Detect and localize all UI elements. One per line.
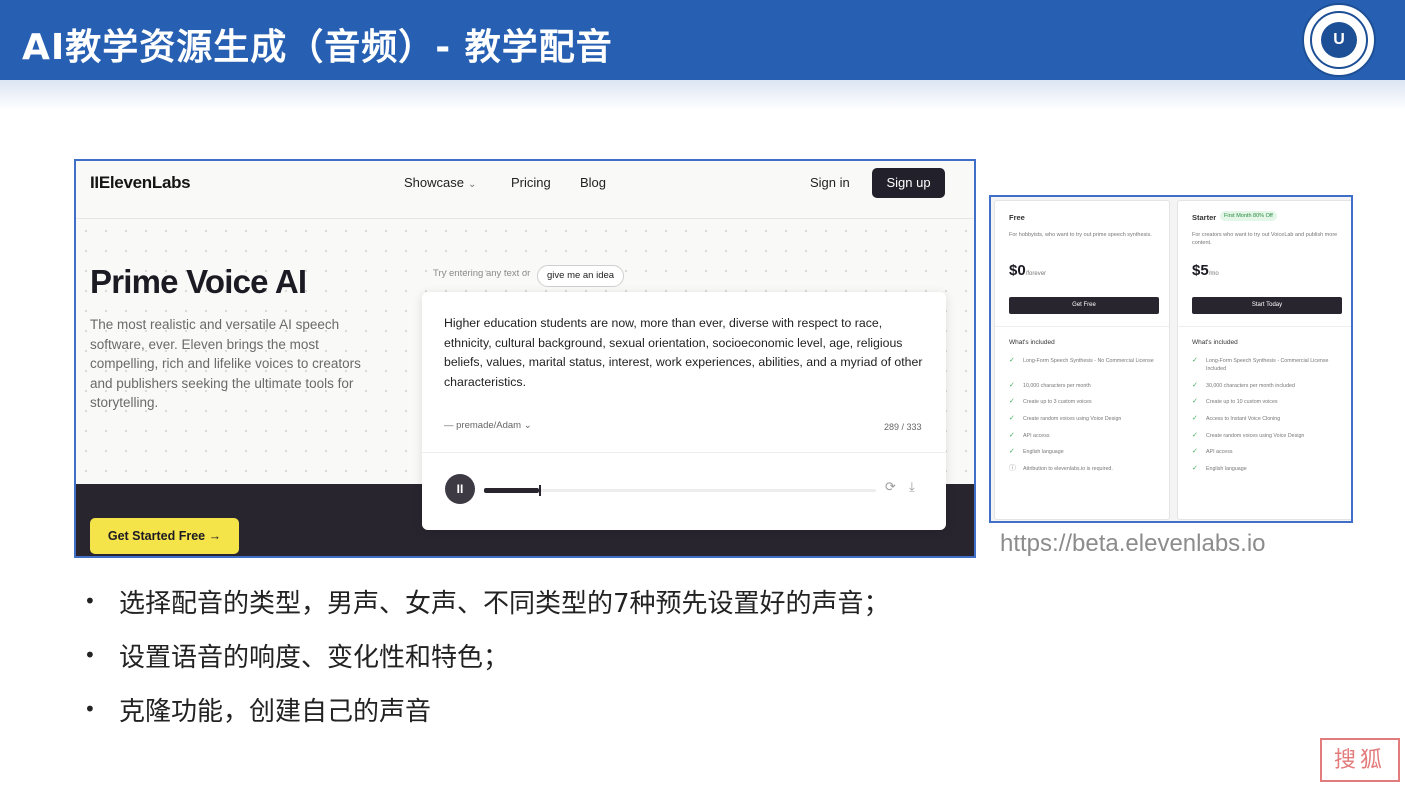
feature-item: ✓ Create up to 10 custom voices xyxy=(1192,398,1278,405)
nav-pricing[interactable]: Pricing xyxy=(511,175,551,190)
site-navbar: IIElevenLabs Showcase ⌄ Pricing Blog Sign… xyxy=(76,161,974,219)
give-idea-button[interactable]: give me an idea xyxy=(537,265,625,287)
feature-item: ✓ English language xyxy=(1192,465,1247,472)
check-icon: ✓ xyxy=(1192,448,1198,455)
plan-card-free: Free For hobbyists, who want to try out … xyxy=(994,200,1170,520)
divider xyxy=(995,326,1169,327)
feature-item: ✓ Access to Instant Voice Cloning xyxy=(1192,415,1281,422)
title-fade xyxy=(0,80,1405,110)
check-icon: ✓ xyxy=(1009,415,1015,422)
bullet-text: 选择配音的类型，男声、女声、不同类型的7种预先设置好的声音； xyxy=(119,589,890,619)
audio-progress-track[interactable] xyxy=(484,485,876,496)
feature-item: ✓ 10,000 characters per month xyxy=(1009,382,1091,389)
divider xyxy=(1178,326,1351,327)
plan-name: Free xyxy=(1009,213,1025,222)
title-bar: AI教学资源生成（音频）- 教学配音 U xyxy=(0,0,1405,80)
plan-description: For hobbyists, who want to try out prime… xyxy=(1009,232,1152,238)
speech-editor-card: Higher education students are now, more … xyxy=(422,292,946,530)
sign-in-link[interactable]: Sign in xyxy=(810,175,850,190)
feature-item: ✓ Create up to 3 custom voices xyxy=(1009,398,1092,405)
sign-up-button[interactable]: Sign up xyxy=(872,168,945,198)
elevenlabs-homepage-screenshot: IIElevenLabs Showcase ⌄ Pricing Blog Sign… xyxy=(74,159,976,558)
hero-description: The most realistic and versatile AI spee… xyxy=(90,317,361,411)
check-icon: ✓ xyxy=(1192,432,1198,439)
try-prompt: Try entering any text or xyxy=(433,268,531,279)
get-free-button[interactable]: Get Free xyxy=(1009,297,1159,314)
bullet-dot: • xyxy=(84,589,96,613)
discount-badge: First Month 80% Off xyxy=(1220,211,1277,221)
feature-item: ✓ API access xyxy=(1192,448,1233,455)
university-logo: U xyxy=(1302,3,1376,77)
refresh-icon[interactable]: ⟳ xyxy=(885,479,896,495)
bullet-text: 设置语音的响度、变化性和特色； xyxy=(119,643,510,673)
info-icon: ⓘ xyxy=(1009,465,1016,472)
feature-item: ✓ Create random voices using Voice Design xyxy=(1009,415,1122,422)
plan-price-value: $0 xyxy=(1009,262,1026,279)
logo-core: U xyxy=(1321,22,1357,58)
check-icon: ✓ xyxy=(1009,398,1015,405)
check-icon: ✓ xyxy=(1192,382,1198,389)
whats-included-label: What's included xyxy=(1192,339,1238,346)
pause-icon[interactable]: II xyxy=(445,474,475,504)
audio-progress-handle[interactable] xyxy=(538,485,541,496)
audio-progress-fill xyxy=(484,488,539,493)
plan-name: Starter xyxy=(1192,213,1217,222)
feature-item: ✓ API access xyxy=(1009,432,1050,439)
check-icon: ✓ xyxy=(1192,398,1198,405)
check-icon: ✓ xyxy=(1192,465,1198,472)
plan-price: $5/mo xyxy=(1192,262,1219,279)
feature-item: ⓘ Attribution to elevenlabs.io is require… xyxy=(1009,465,1113,472)
feature-item: ✓ 30,000 characters per month included xyxy=(1192,382,1295,389)
brand-logo[interactable]: IIElevenLabs xyxy=(90,173,191,193)
voice-selector[interactable]: — premade/Adam ⌄ xyxy=(444,420,532,431)
check-icon: ✓ xyxy=(1009,382,1015,389)
check-icon: ✓ xyxy=(1009,357,1015,364)
source-url[interactable]: https://beta.elevenlabs.io xyxy=(1000,530,1266,558)
chevron-down-icon: ⌄ xyxy=(467,179,477,190)
download-icon[interactable]: ⤓ xyxy=(909,479,915,495)
bullet-dot: • xyxy=(84,643,96,667)
plan-price-value: $5 xyxy=(1192,262,1209,279)
plan-card-starter: Starter First Month 80% Off For creators… xyxy=(1177,200,1351,520)
start-today-button[interactable]: Start Today xyxy=(1192,297,1342,314)
pricing-screenshot: Free For hobbyists, who want to try out … xyxy=(989,195,1353,523)
check-icon: ✓ xyxy=(1192,415,1198,422)
whats-included-label: What's included xyxy=(1009,339,1055,346)
plan-price: $0/forever xyxy=(1009,262,1046,279)
bullet-text: 克隆功能，创建自己的声音 xyxy=(119,697,432,727)
feature-item: ✓ Long-Form Speech Synthesis - No Commerc… xyxy=(1009,357,1154,364)
check-icon: ✓ xyxy=(1192,357,1198,364)
plan-description: For creators who want to try out VoiceLa… xyxy=(1192,232,1338,246)
speech-text-input[interactable]: Higher education students are now, more … xyxy=(444,314,924,392)
check-icon: ✓ xyxy=(1009,448,1015,455)
hero-title: Prime Voice AI xyxy=(90,263,307,300)
character-count: 289 / 333 xyxy=(884,422,922,432)
feature-item: ✓ Create random voices using Voice Design xyxy=(1192,432,1305,439)
get-started-button[interactable]: Get Started Free → xyxy=(90,518,239,554)
watermark-stamp: 搜狐 xyxy=(1320,738,1400,782)
bullet-dot: • xyxy=(84,697,96,721)
feature-item: ✓ Long-Form Speech Synthesis - Commercial… xyxy=(1192,357,1329,372)
nav-showcase-label: Showcase xyxy=(404,175,464,190)
nav-showcase[interactable]: Showcase ⌄ xyxy=(404,175,476,190)
slide-title: AI教学资源生成（音频）- 教学配音 xyxy=(22,27,613,68)
nav-blog[interactable]: Blog xyxy=(580,175,606,190)
plan-price-period: /mo xyxy=(1208,271,1219,277)
divider xyxy=(422,452,946,453)
plan-price-period: /forever xyxy=(1025,271,1047,277)
feature-item: ✓ English language xyxy=(1009,448,1064,455)
check-icon: ✓ xyxy=(1009,432,1015,439)
